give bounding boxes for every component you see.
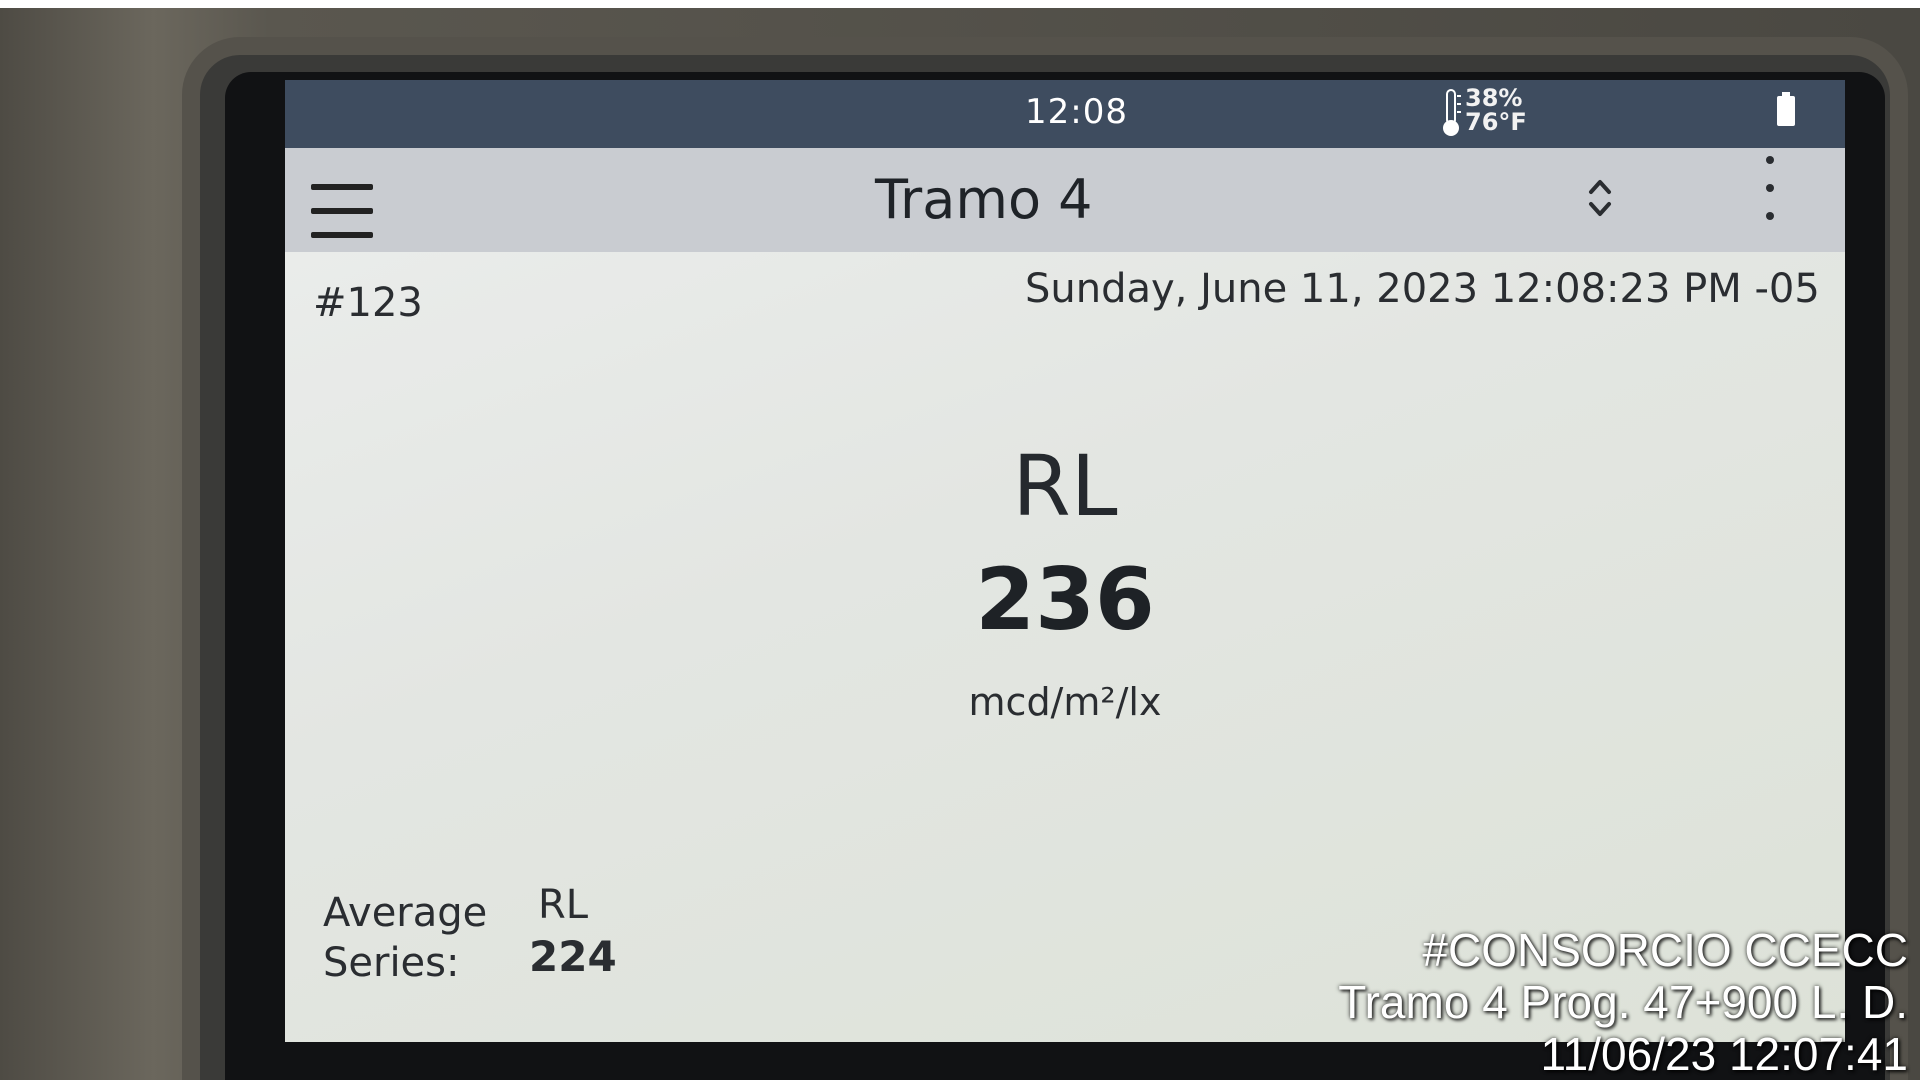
more-vertical-icon[interactable]: [1763, 156, 1777, 236]
watermark-line2: Tramo 4 Prog. 47+900 L. D.: [1338, 976, 1908, 1028]
measurement-label: RL: [1012, 437, 1118, 535]
status-time: 12:08: [1025, 92, 1128, 132]
up-down-icon[interactable]: [1585, 170, 1615, 226]
average-label-line2: Series:: [323, 940, 460, 986]
thermometer-icon: [1443, 89, 1461, 136]
average-type: RL: [538, 882, 589, 928]
humidity-value: 38%: [1465, 84, 1523, 112]
measurement-unit: mcd/m²/lx: [968, 680, 1162, 724]
record-number: #123: [313, 280, 423, 326]
average-value: 224: [529, 932, 617, 981]
photo-top-edge: [0, 0, 1920, 8]
photo-watermark: #CONSORCIO CCECC Tramo 4 Prog. 47+900 L.…: [1338, 924, 1908, 1080]
menu-icon[interactable]: [311, 184, 373, 248]
device-screen: 12:08 38% 76°F Tramo 4 #123 Sunday, June…: [285, 80, 1845, 1042]
measurement-value: 236: [975, 550, 1155, 650]
average-series-label: Average Series:: [323, 888, 487, 988]
record-datetime: Sunday, June 11, 2023 12:08:23 PM -05: [1025, 266, 1820, 312]
environment-readout: 38% 76°F: [1465, 86, 1527, 134]
watermark-line3: 11/06/23 12:07:41: [1540, 1028, 1908, 1080]
battery-icon: [1777, 92, 1795, 126]
watermark-line1: #CONSORCIO CCECC: [1422, 924, 1908, 976]
status-bar: 12:08 38% 76°F: [285, 80, 1845, 148]
page-title: Tramo 4: [875, 168, 1093, 231]
temperature-value: 76°F: [1465, 108, 1527, 136]
average-label-line1: Average: [323, 890, 488, 936]
